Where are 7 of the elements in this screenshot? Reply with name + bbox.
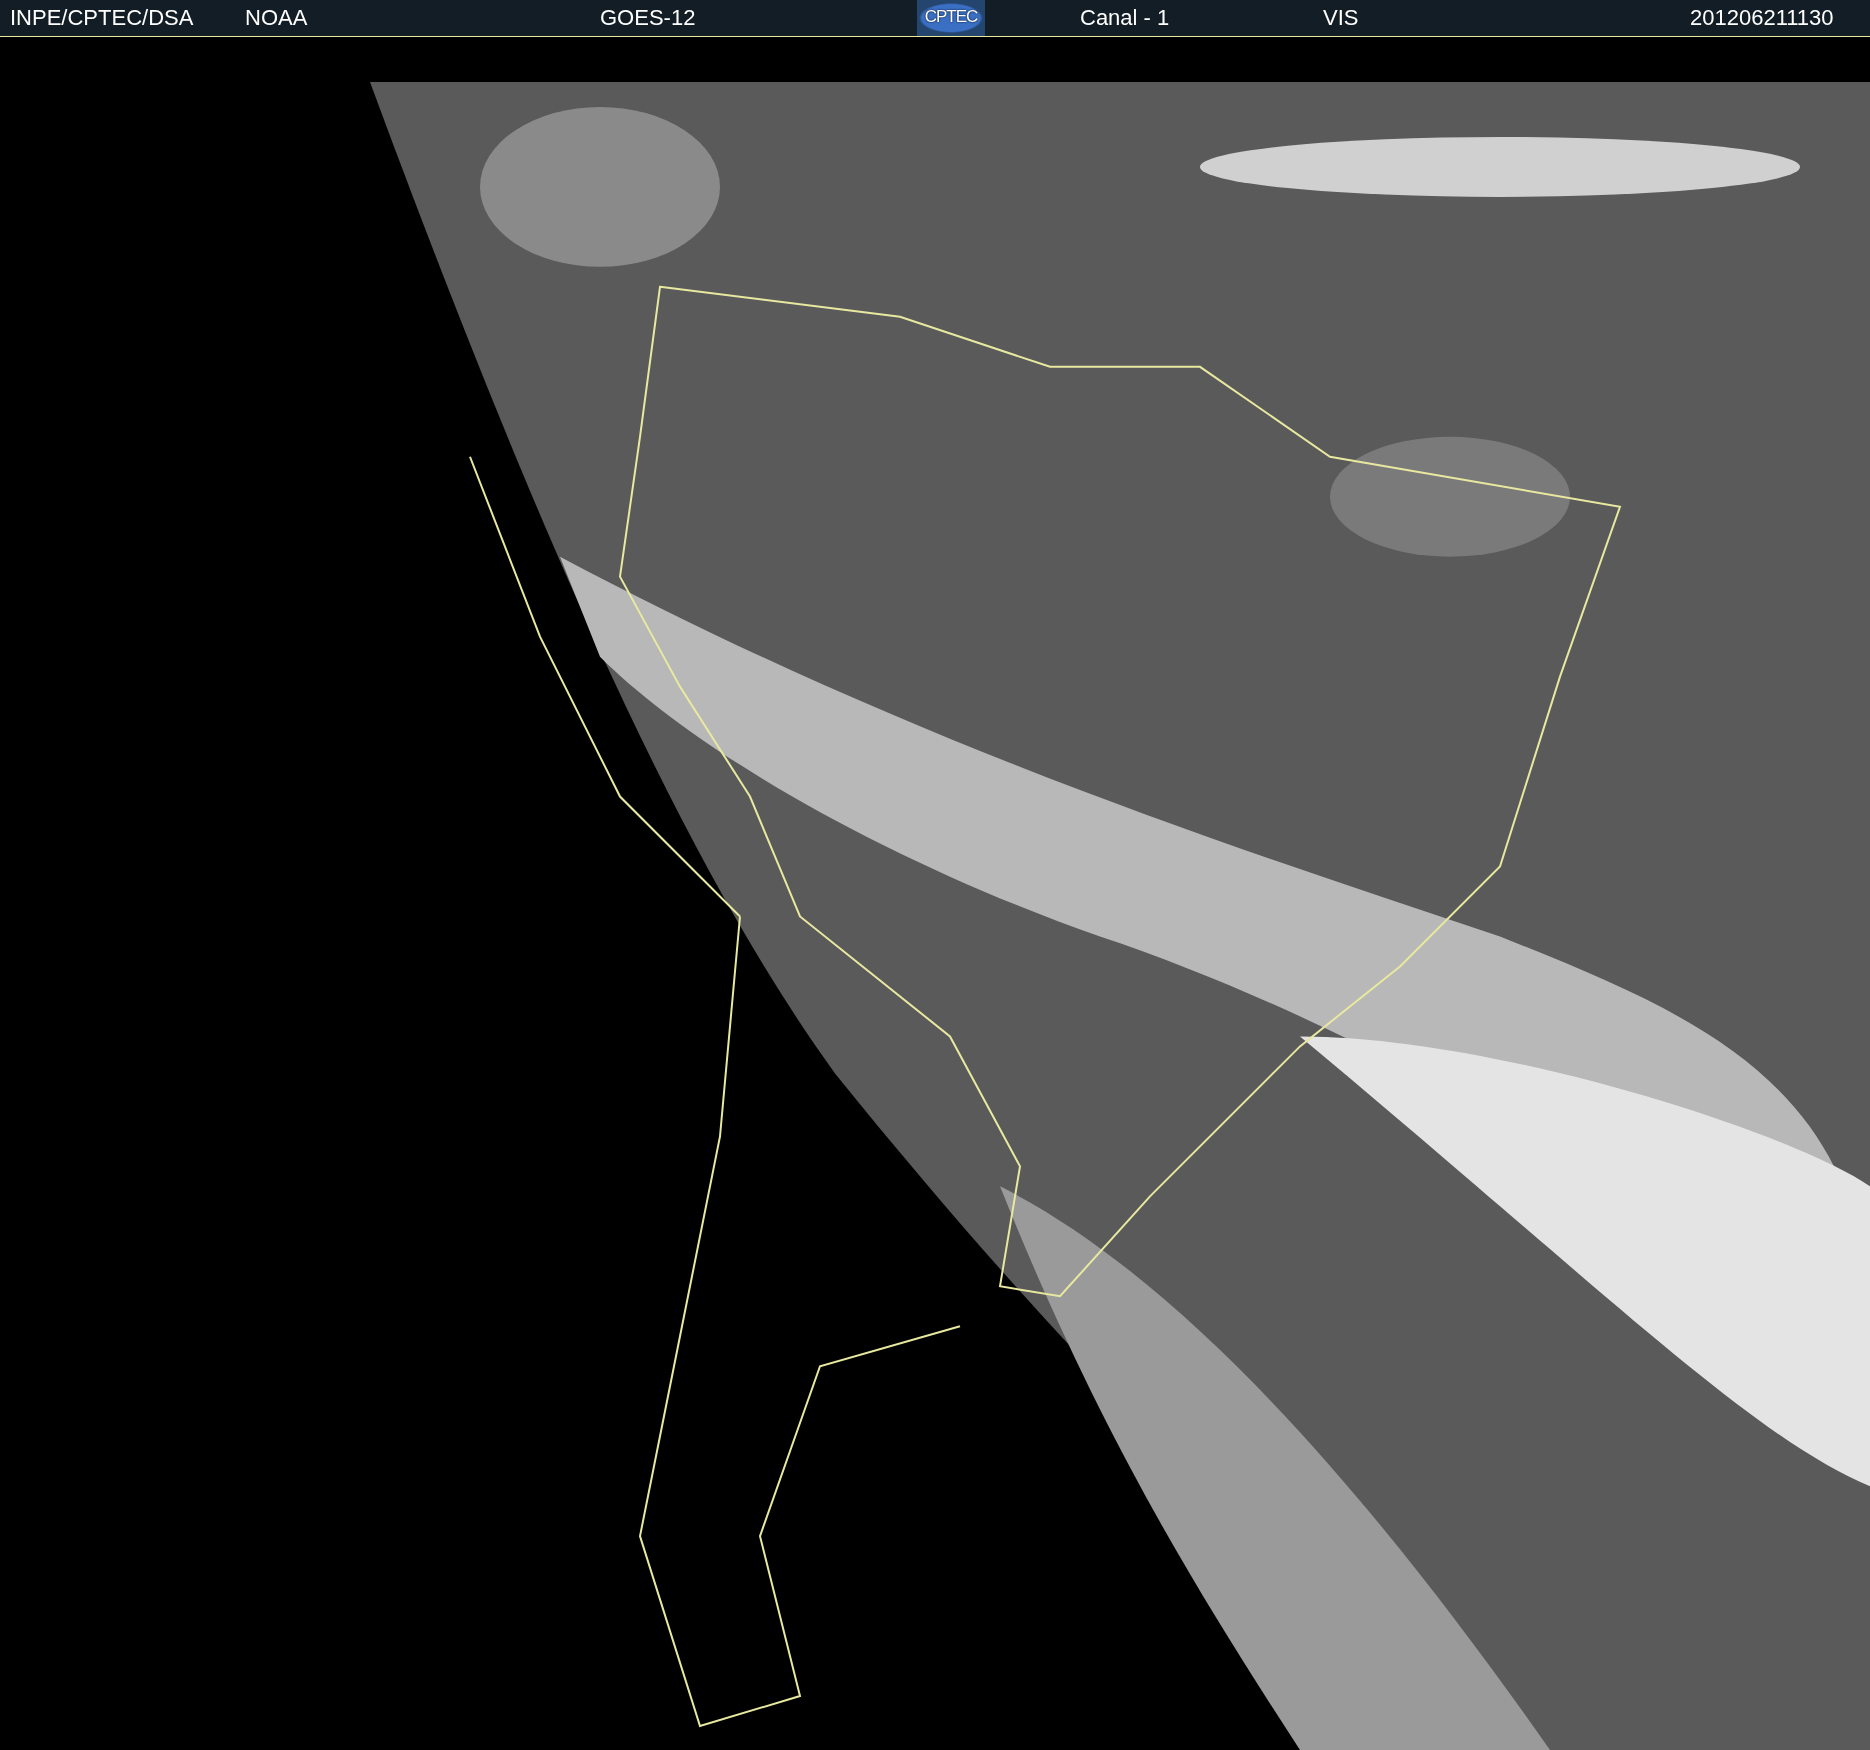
header-label: GOES-12 [600, 5, 696, 31]
header-label: Canal - 1 [1080, 5, 1170, 31]
header-label: VIS [1323, 5, 1359, 31]
logo: CPTEC [917, 0, 985, 36]
header-label: 201206211130 [1690, 5, 1834, 31]
header-label: NOAA [245, 5, 308, 31]
header-label: INPE/CPTEC/DSA [10, 5, 194, 31]
